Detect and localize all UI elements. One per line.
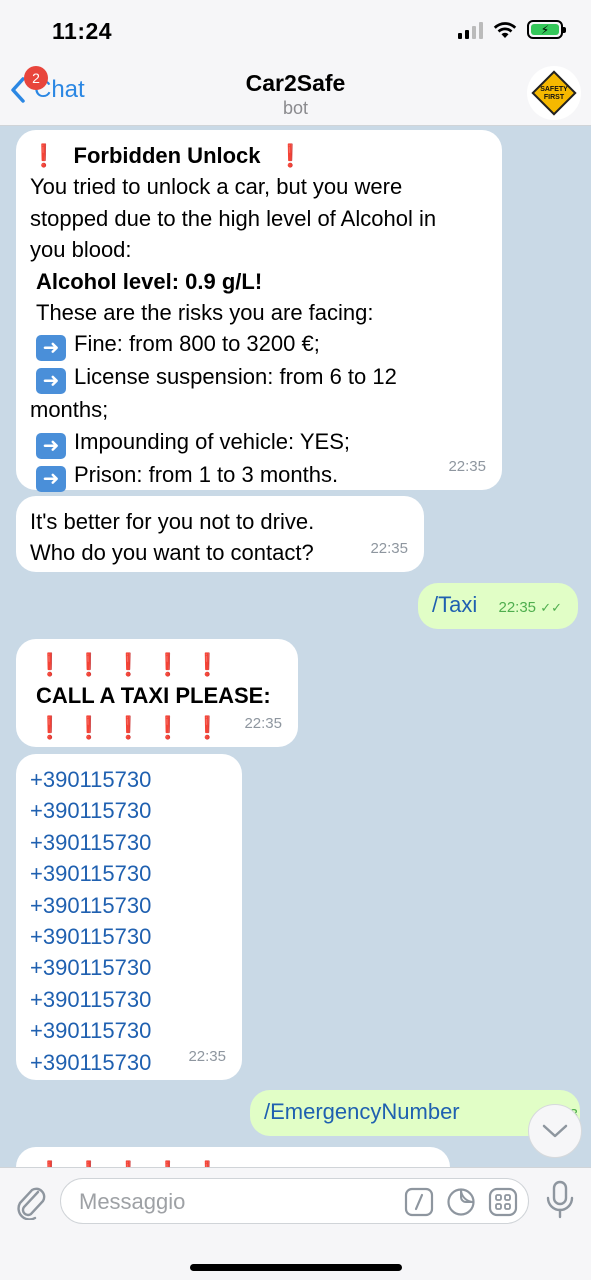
chat-history[interactable]: ❗ Forbidden Unlock ❗ You tried to unlock…: [0, 127, 591, 1167]
message-phone-numbers[interactable]: +390115730 +390115730 +390115730 +390115…: [16, 754, 242, 1080]
message-title: Forbidden Unlock: [73, 143, 261, 168]
phone-number-link[interactable]: +390115730: [30, 764, 228, 795]
exclamation-icon: ❗: [115, 1160, 154, 1167]
message-partial[interactable]: ❗❗❗❗❗: [16, 1147, 450, 1167]
exclamation-row: ❗❗❗❗❗: [30, 649, 284, 680]
risk-item: Fine: from 800 to 3200 €;: [74, 331, 320, 357]
risk-item: Impounding of vehicle: YES;: [74, 428, 350, 454]
sticker-icon[interactable]: [446, 1187, 476, 1217]
risks-intro: These are the risks you are facing:: [36, 300, 374, 326]
message-time: 22:35: [448, 457, 486, 475]
status-icons: ⚡: [458, 20, 566, 39]
bot-avatar[interactable]: SAFETY FIRST: [527, 66, 581, 120]
cellular-signal-icon: [458, 21, 483, 39]
message-time: 22:35: [244, 714, 282, 732]
message-input-bar: Messaggio: [0, 1167, 591, 1280]
message-time: 22:35: [188, 1047, 226, 1065]
chat-header: Chat 2 Car2Safe bot SAFETY FIRST: [0, 62, 591, 126]
exclamation-icon: ❗: [36, 652, 76, 677]
phone-number-link[interactable]: +390115730: [30, 952, 228, 983]
emergency-number-command[interactable]: /EmergencyNumber: [264, 1099, 460, 1124]
alcohol-level: Alcohol level: 0.9 g/L!: [36, 268, 263, 294]
phone-number-link[interactable]: +390115730: [30, 921, 228, 952]
exclamation-icon: ❗: [276, 143, 305, 168]
wifi-icon: [493, 21, 517, 38]
home-indicator: [190, 1264, 402, 1271]
status-time: 11:24: [52, 18, 113, 44]
exclamation-icon: ❗: [75, 652, 115, 677]
arrow-right-icon: ➜: [36, 432, 66, 459]
message-call-taxi[interactable]: ❗❗❗❗❗ CALL A TAXI PLEASE: ❗❗❗❗❗ 22:35: [16, 639, 298, 747]
read-checkmarks-icon: ✓✓: [540, 599, 562, 615]
avatar-text-2: FIRST: [544, 94, 565, 101]
message-text: Who do you want to contact?: [30, 540, 314, 566]
exclamation-icon: ❗: [30, 143, 58, 168]
microphone-icon[interactable]: [545, 1180, 575, 1220]
bot-keyboard-icon[interactable]: [488, 1187, 518, 1217]
chevron-down-icon: [542, 1124, 568, 1138]
risk-item: License suspension: from 6 to 12: [74, 364, 397, 390]
message-input-placeholder: Messaggio: [79, 1189, 186, 1214]
status-bar: 11:24 ⚡: [0, 0, 591, 62]
bot-commands-icon[interactable]: [404, 1187, 434, 1217]
phone-number-link[interactable]: +390115730: [30, 795, 228, 826]
message-text: stopped due to the high level of Alcohol…: [30, 205, 437, 231]
message-time: 22:35: [498, 598, 537, 616]
exclamation-icon: ❗: [114, 652, 155, 677]
scroll-to-bottom-button[interactable]: [528, 1104, 582, 1158]
message-outgoing-taxi[interactable]: /Taxi 22:35 ✓✓: [418, 583, 578, 629]
message-time-status: 22:35 ✓✓: [498, 592, 562, 623]
exclamation-icon: ❗: [36, 1160, 75, 1167]
message-text: you blood:: [30, 237, 132, 263]
message-title-line: ❗ Forbidden Unlock ❗: [30, 140, 488, 171]
exclamation-row: ❗❗❗❗❗: [30, 1157, 436, 1167]
exclamation-icon: ❗: [154, 1160, 193, 1167]
phone-number-link[interactable]: +390115730: [30, 827, 228, 858]
arrow-right-icon: ➜: [36, 465, 66, 492]
avatar-text-1: SAFETY: [540, 86, 568, 93]
exclamation-icon: ❗: [36, 714, 76, 740]
phone-number-link[interactable]: +390115730: [30, 890, 228, 921]
message-forbidden-unlock[interactable]: ❗ Forbidden Unlock ❗ You tried to unlock…: [16, 130, 502, 492]
exclamation-icon: ❗: [193, 652, 234, 677]
exclamation-icon: ❗: [114, 714, 155, 740]
safety-sign-icon: SAFETY FIRST: [531, 70, 577, 116]
exclamation-icon: ❗: [154, 714, 194, 740]
phone-number-link[interactable]: +390115730: [30, 858, 228, 889]
battery-charging-icon: ⚡: [531, 24, 559, 36]
paperclip-icon[interactable]: [14, 1182, 48, 1220]
taxi-command[interactable]: /Taxi: [432, 592, 477, 617]
chat-title[interactable]: Car2Safe: [0, 70, 591, 97]
chat-subtitle: bot: [282, 98, 309, 118]
message-text: It's better for you not to drive.: [30, 509, 315, 534]
message-contact-prompt[interactable]: It's better for you not to drive. Who do…: [16, 496, 424, 572]
message-text: You tried to unlock a car, but you were: [30, 174, 403, 200]
exclamation-icon: ❗: [194, 1160, 233, 1167]
exclamation-icon: ❗: [75, 1160, 114, 1167]
input-accessory-icons: [404, 1187, 518, 1217]
message-time: 22:35: [370, 539, 408, 557]
battery-icon: ⚡: [527, 20, 566, 39]
message-input[interactable]: Messaggio: [60, 1178, 529, 1224]
exclamation-icon: ❗: [154, 652, 194, 677]
risk-item-continuation: months;: [30, 397, 109, 423]
arrow-right-icon: ➜: [36, 335, 66, 362]
exclamation-icon: ❗: [75, 714, 115, 740]
phone-number-link[interactable]: +390115730: [30, 984, 228, 1015]
arrow-right-icon: ➜: [36, 368, 66, 395]
risk-item: Prison: from 1 to 3 months.: [74, 461, 339, 487]
exclamation-icon: ❗: [193, 714, 234, 740]
